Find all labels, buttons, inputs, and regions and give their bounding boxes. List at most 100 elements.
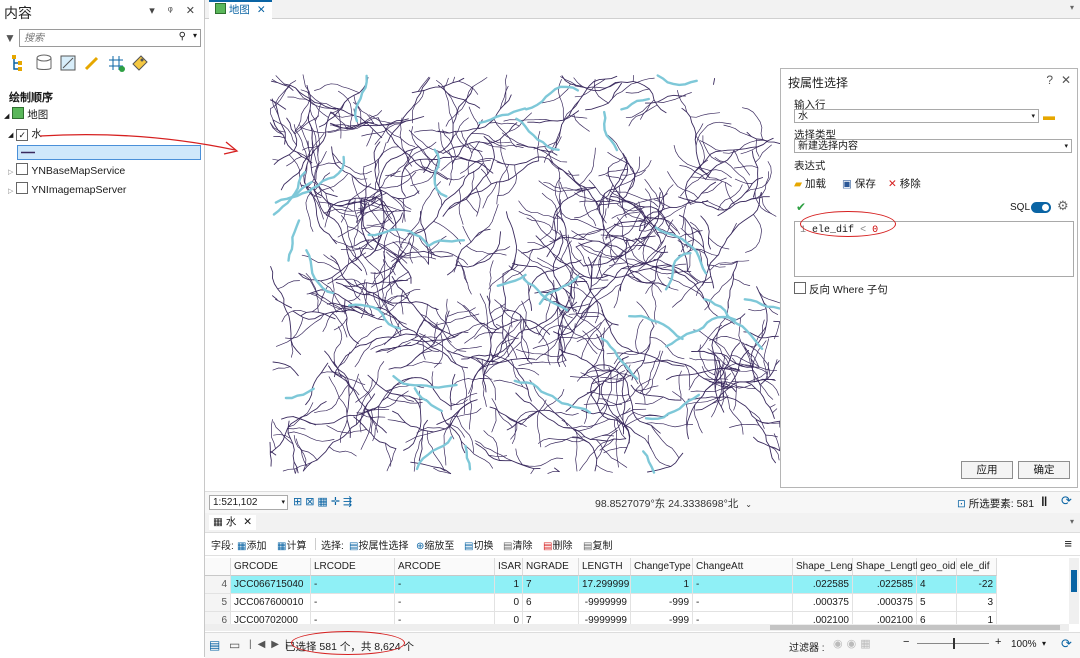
- table-cell[interactable]: -: [395, 576, 495, 594]
- filter-icons[interactable]: ◉◉▦: [833, 637, 875, 650]
- switch-button[interactable]: ▤切换: [464, 537, 493, 552]
- tree-item-basemap[interactable]: ▷ YNBaseMapService: [8, 162, 125, 180]
- chevron-down-icon[interactable]: ▾: [1064, 140, 1068, 154]
- column-header-changetype[interactable]: ChangeType: [631, 558, 693, 576]
- list-by-editing-icon[interactable]: [82, 53, 102, 73]
- search-icon[interactable]: ⚲: [179, 31, 186, 42]
- refresh-icon[interactable]: ⟳: [1061, 493, 1072, 509]
- column-header-grcode[interactable]: GRCODE: [231, 558, 311, 576]
- chevron-down-icon[interactable]: ⌄: [745, 500, 752, 509]
- expand-icon[interactable]: ◢: [8, 132, 13, 139]
- clear-button[interactable]: ▤清除: [503, 537, 532, 552]
- list-by-drawing-order-icon[interactable]: [10, 53, 30, 73]
- table-cell[interactable]: .000375: [853, 594, 917, 612]
- row-number[interactable]: 5: [205, 594, 231, 612]
- table-cell[interactable]: 5: [917, 594, 957, 612]
- table-cell[interactable]: JCC067600010: [231, 594, 311, 612]
- copy-button[interactable]: ▤复制: [583, 537, 612, 552]
- gear-icon[interactable]: ⚙: [1057, 198, 1069, 214]
- tab-table-water[interactable]: ▦ 水 ✕: [209, 515, 256, 530]
- layer-checkbox-imagemap[interactable]: [16, 182, 28, 194]
- column-header-changeatt[interactable]: ChangeAtt: [693, 558, 793, 576]
- column-header-ngrade[interactable]: NGRADE: [523, 558, 579, 576]
- chevron-down-icon[interactable]: ▾: [193, 31, 197, 40]
- add-field-button[interactable]: ▦添加: [237, 537, 266, 552]
- invert-where-row[interactable]: 反向 Where 子句: [794, 282, 888, 297]
- sql-toggle[interactable]: [1031, 202, 1051, 213]
- zoom-slider[interactable]: [917, 643, 989, 644]
- collapse-icon[interactable]: ▷: [8, 169, 13, 176]
- tree-item-map[interactable]: ◢ 地图: [4, 106, 48, 124]
- table-cell[interactable]: -9999999: [579, 594, 631, 612]
- column-header-isar[interactable]: ISAR: [495, 558, 523, 576]
- zoom-to-button[interactable]: ⊕缩放至: [416, 537, 454, 552]
- table-cell[interactable]: -: [395, 594, 495, 612]
- zoom-in-button[interactable]: +: [995, 636, 1001, 648]
- contents-search-input[interactable]: [20, 30, 178, 46]
- horizontal-scrollbar[interactable]: [205, 624, 1069, 631]
- close-icon[interactable]: ✕: [243, 516, 252, 528]
- chevron-down-icon[interactable]: ▾: [1070, 517, 1074, 526]
- apply-button[interactable]: 应用: [961, 461, 1013, 479]
- load-button[interactable]: ▰ 加载: [794, 176, 826, 191]
- table-cell[interactable]: .000375: [793, 594, 853, 612]
- table-cell[interactable]: -: [311, 576, 395, 594]
- pause-icon[interactable]: ‖: [1041, 494, 1047, 509]
- chevron-down-icon[interactable]: ▾: [1070, 3, 1074, 12]
- field-view-icon[interactable]: ▭: [229, 638, 240, 652]
- invert-where-checkbox[interactable]: [794, 282, 806, 294]
- list-by-source-icon[interactable]: [34, 53, 54, 73]
- column-header-length[interactable]: LENGTH: [579, 558, 631, 576]
- scrollbar-thumb[interactable]: [1071, 570, 1077, 592]
- collapse-icon[interactable]: ▷: [8, 188, 13, 195]
- close-icon[interactable]: ✕: [1061, 73, 1071, 87]
- calculate-button[interactable]: ▦计算: [277, 537, 306, 552]
- column-header-lrcode[interactable]: LRCODE: [311, 558, 395, 576]
- layer-checkbox-basemap[interactable]: [16, 163, 28, 175]
- remove-button[interactable]: ✕ 移除: [888, 176, 921, 191]
- table-cell[interactable]: -: [311, 594, 395, 612]
- row-number[interactable]: 4: [205, 576, 231, 594]
- column-header-geo_oid[interactable]: geo_oid: [917, 558, 957, 576]
- ok-button[interactable]: 确定: [1018, 461, 1070, 479]
- select-by-attribute-button[interactable]: ▤按属性选择: [349, 537, 408, 552]
- list-by-selection-icon[interactable]: [58, 53, 78, 73]
- tree-item-imagemap[interactable]: ▷ YNImagemapServer: [8, 181, 126, 199]
- scale-box[interactable]: 1:521,102 ▾: [209, 495, 288, 510]
- vertical-scrollbar[interactable]: [1069, 558, 1079, 624]
- list-by-snapping-icon[interactable]: [106, 53, 126, 73]
- help-icon[interactable]: ?: [1046, 73, 1053, 87]
- contents-search-box[interactable]: ⚲ ▾: [19, 29, 201, 47]
- tab-map[interactable]: 地图 ✕: [209, 0, 272, 19]
- input-rows-select[interactable]: 水 ▾: [794, 109, 1039, 123]
- scrollbar-thumb[interactable]: [770, 625, 1060, 630]
- table-cell[interactable]: 6: [523, 594, 579, 612]
- table-cell[interactable]: .022585: [793, 576, 853, 594]
- map-nav-tools[interactable]: ⊞⊠▦✛⇶: [293, 495, 355, 508]
- list-by-labeling-icon[interactable]: [130, 53, 150, 73]
- save-button[interactable]: ▣ 保存: [842, 176, 876, 191]
- delete-button[interactable]: ▤删除: [543, 537, 572, 552]
- chevron-down-icon[interactable]: ▾: [1031, 110, 1035, 124]
- selection-type-select[interactable]: 新建选择内容 ▾: [794, 139, 1072, 153]
- table-cell[interactable]: -: [693, 576, 793, 594]
- hamburger-menu-icon[interactable]: ≡: [1064, 536, 1072, 551]
- table-cell[interactable]: 17.299999: [579, 576, 631, 594]
- refresh-icon[interactable]: ⟳: [1061, 636, 1072, 652]
- table-cell[interactable]: 1: [631, 576, 693, 594]
- table-cell[interactable]: 1: [495, 576, 523, 594]
- table-cell[interactable]: 4: [917, 576, 957, 594]
- column-header-arcode[interactable]: ARCODE: [395, 558, 495, 576]
- zoom-slider-thumb[interactable]: [953, 638, 955, 649]
- layer-checkbox-water[interactable]: ✓: [16, 129, 28, 141]
- table-cell[interactable]: -999: [631, 594, 693, 612]
- table-cell[interactable]: 0: [495, 594, 523, 612]
- table-cell[interactable]: 7: [523, 576, 579, 594]
- column-header-shape_length[interactable]: Shape_Length: [853, 558, 917, 576]
- zoom-level[interactable]: 100%: [1011, 639, 1037, 650]
- table-view-icon[interactable]: ▤: [209, 638, 220, 652]
- browse-folder-icon[interactable]: ▬: [1043, 109, 1055, 123]
- zoom-out-button[interactable]: −: [903, 636, 909, 648]
- column-header-ele_dif[interactable]: ele_dif: [957, 558, 997, 576]
- chevron-down-icon[interactable]: ▾: [281, 496, 285, 509]
